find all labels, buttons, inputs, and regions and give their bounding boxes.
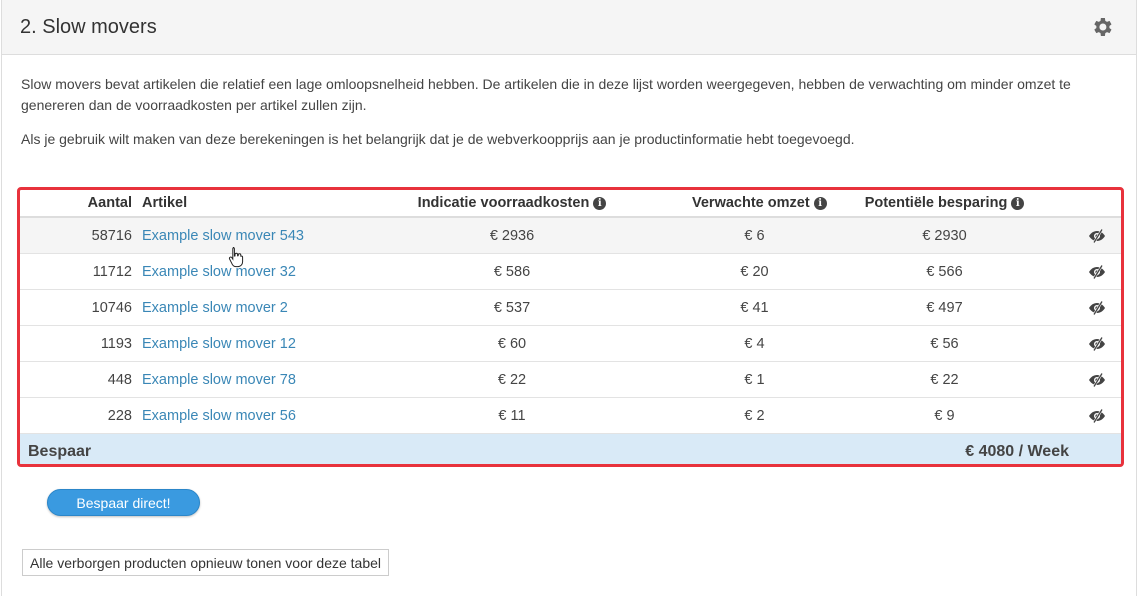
cell-hide — [1072, 217, 1121, 254]
footer-spacer — [332, 433, 692, 464]
cell-artikel: Example slow mover 12 — [142, 325, 332, 362]
header-voorraadkosten: Indicatie voorraadkosten i — [332, 190, 692, 218]
intro-paragraph-2: Als je gebruik wilt maken van deze berek… — [21, 131, 855, 147]
cell-besparing: € 2930 — [817, 217, 1072, 254]
table-row: 228 Example slow mover 56 € 11 € 2 € 9 — [20, 397, 1121, 434]
eye-slash-icon[interactable] — [1088, 408, 1106, 423]
cell-besparing: € 566 — [817, 253, 1072, 290]
table-header-row: Aantal Artikel Indicatie voorraadkosten i… — [20, 190, 1121, 218]
panel-header: 2. Slow movers — [2, 0, 1136, 55]
article-link[interactable]: Example slow mover 56 — [142, 408, 296, 424]
gear-icon[interactable] — [1090, 15, 1114, 39]
cell-voorraadkosten: € 586 — [332, 253, 692, 290]
table-footer-row: Bespaar € 4080 / Week — [20, 433, 1121, 464]
cell-voorraadkosten: € 60 — [332, 325, 692, 362]
cell-omzet: € 6 — [692, 217, 817, 254]
info-icon[interactable]: i — [593, 197, 607, 210]
header-actions — [1072, 190, 1121, 218]
article-link[interactable]: Example slow mover 78 — [142, 372, 296, 388]
cell-voorraadkosten: € 537 — [332, 289, 692, 326]
cell-besparing: € 9 — [817, 397, 1072, 434]
table-row: 448 Example slow mover 78 € 22 € 1 € 22 — [20, 361, 1121, 398]
cell-omzet: € 20 — [692, 253, 817, 290]
info-icon[interactable]: i — [1011, 197, 1025, 210]
article-link[interactable]: Example slow mover 32 — [142, 264, 296, 280]
eye-slash-icon[interactable] — [1088, 372, 1106, 387]
eye-slash-icon[interactable] — [1088, 228, 1106, 243]
cell-hide — [1072, 289, 1121, 326]
article-link[interactable]: Example slow mover 2 — [142, 300, 288, 316]
cell-voorraadkosten: € 2936 — [332, 217, 692, 254]
cell-hide — [1072, 253, 1121, 290]
intro-paragraph-1: Slow movers bevat artikelen die relatief… — [21, 76, 1071, 113]
footer-spacer-end — [1072, 433, 1121, 464]
cell-omzet: € 4 — [692, 325, 817, 362]
header-omzet: Verwachte omzet i — [692, 190, 827, 218]
cell-besparing: € 497 — [817, 289, 1072, 326]
table-row: 58716 Example slow mover 543 € 2936 € 6 € 29… — [20, 217, 1121, 254]
slow-movers-panel: 2. Slow movers Slow movers bevat artikel… — [1, 0, 1137, 596]
table-row: 1193 Example slow mover 12 € 60 € 4 € 56 — [20, 325, 1121, 362]
cell-besparing: € 22 — [817, 361, 1072, 398]
table-row: 10746 Example slow mover 2 € 537 € 41 € 497 — [20, 289, 1121, 326]
cell-artikel: Example slow mover 2 — [142, 289, 332, 326]
cell-artikel: Example slow mover 56 — [142, 397, 332, 434]
eye-slash-icon[interactable] — [1088, 336, 1106, 351]
cell-artikel: Example slow mover 78 — [142, 361, 332, 398]
header-besparing: Potentiële besparing i — [817, 190, 1072, 218]
slow-movers-table-container: Aantal Artikel Indicatie voorraadkosten i… — [17, 187, 1124, 467]
article-link[interactable]: Example slow mover 12 — [142, 336, 296, 352]
cell-hide — [1072, 325, 1121, 362]
article-link[interactable]: Example slow mover 543 — [142, 228, 304, 244]
cell-aantal: 58716 — [20, 217, 142, 254]
cell-aantal: 1193 — [20, 325, 142, 362]
cell-aantal: 448 — [20, 361, 142, 398]
table-row: 11712 Example slow mover 32 € 586 € 20 € 566 — [20, 253, 1121, 290]
cell-besparing: € 56 — [817, 325, 1072, 362]
cell-omzet: € 1 — [692, 361, 817, 398]
eye-slash-icon[interactable] — [1088, 300, 1106, 315]
cell-hide — [1072, 361, 1121, 398]
cell-voorraadkosten: € 11 — [332, 397, 692, 434]
panel-title: 2. Slow movers — [20, 16, 157, 38]
hand-cursor-icon — [228, 247, 244, 268]
show-hidden-products-button[interactable]: Alle verborgen producten opnieuw tonen v… — [22, 549, 390, 576]
info-icon[interactable]: i — [813, 197, 827, 210]
cell-hide — [1072, 397, 1121, 434]
cell-omzet: € 41 — [692, 289, 817, 326]
cell-aantal: 228 — [20, 397, 142, 434]
eye-slash-icon[interactable] — [1088, 264, 1106, 279]
header-artikel: Artikel — [142, 190, 332, 218]
cell-omzet: € 2 — [692, 397, 817, 434]
cell-voorraadkosten: € 22 — [332, 361, 692, 398]
cell-aantal: 10746 — [20, 289, 142, 326]
save-now-button[interactable]: Bespaar direct! — [47, 489, 200, 516]
footer-label: Bespaar — [20, 433, 332, 464]
slow-movers-table: Aantal Artikel Indicatie voorraadkosten i… — [20, 190, 1121, 464]
cell-aantal: 11712 — [20, 253, 142, 290]
header-aantal: Aantal — [20, 190, 142, 218]
footer-total: € 4080 / Week — [692, 433, 1072, 464]
